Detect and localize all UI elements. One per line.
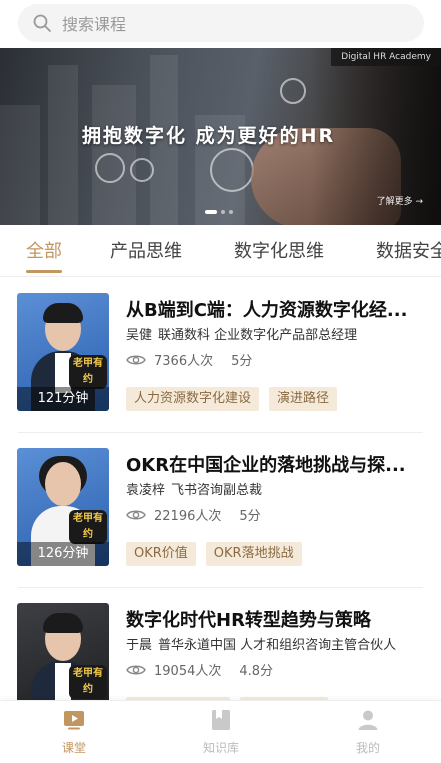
author-name: 于晨	[126, 638, 153, 653]
course-author-line: 袁凌梓 飞书咨询副总裁	[126, 479, 426, 498]
view-count: 7366人次	[154, 354, 214, 369]
eye-icon	[126, 665, 146, 674]
series-logo: 老甲有约	[69, 355, 107, 389]
course-title[interactable]: OKR在中国企业的落地挑战与探...	[126, 451, 426, 477]
nav-profile[interactable]: 我的	[328, 709, 408, 756]
course-title[interactable]: 从B端到C端：人力资源数字化经...	[126, 296, 426, 322]
eye-icon	[126, 510, 146, 519]
classroom-icon	[64, 711, 84, 730]
course-score: 5分	[239, 509, 261, 524]
course-thumbnail[interactable]: 老甲有约 121分钟	[17, 293, 109, 411]
series-logo: 老甲有约	[69, 665, 107, 699]
course-stats: 19054人次 4.8分	[126, 660, 273, 679]
banner-learn-more-link[interactable]: 了解更多 →	[377, 194, 423, 207]
nav-label: 课堂	[61, 741, 86, 755]
profile-icon	[358, 710, 378, 730]
search-input[interactable]: 搜索课程	[18, 4, 424, 42]
search-placeholder: 搜索课程	[62, 15, 127, 34]
series-logo: 老甲有约	[69, 510, 107, 544]
course-tags: 人力资源数字化建设 演进路径	[126, 387, 338, 411]
banner-dot-active[interactable]	[205, 210, 217, 214]
lecturer-hair	[43, 303, 83, 323]
course-tags: OKR价值 OKR落地挑战	[126, 542, 302, 566]
course-duration: 121分钟	[17, 387, 109, 411]
course-duration: 126分钟	[17, 542, 109, 566]
author-role: 联通数科 企业数字化产品部总经理	[158, 328, 358, 343]
author-role: 普华永道中国 人才和组织咨询主管合伙人	[158, 638, 397, 653]
course-score: 4.8分	[239, 664, 274, 679]
nav-knowledge-base[interactable]: 知识库	[181, 709, 261, 756]
eye-icon	[126, 355, 146, 364]
banner-pagination	[205, 210, 233, 214]
lecturer-face	[45, 462, 81, 506]
author-name: 袁凌梓	[126, 483, 166, 498]
knowledge-base-icon	[212, 710, 230, 730]
nav-classroom[interactable]: 课堂	[34, 709, 114, 756]
search-bar-area: 搜索课程	[0, 0, 441, 48]
banner-hud-ring	[95, 153, 125, 183]
banner-hud-ring	[130, 158, 154, 182]
view-count: 22196人次	[154, 509, 222, 524]
course-tag[interactable]: OKR价值	[126, 542, 196, 566]
banner-brand-tag: Digital HR Academy	[331, 48, 441, 66]
banner-building	[48, 65, 78, 225]
tab-active-indicator	[26, 270, 62, 273]
category-tabs: 全部 产品思维 数字化思维 数据安全	[0, 225, 441, 277]
banner-hud-ring	[280, 78, 306, 104]
bottom-tab-bar: 课堂 知识库 我的	[0, 700, 441, 763]
course-tag[interactable]: 演进路径	[269, 387, 338, 411]
promo-banner[interactable]: Digital HR Academy 拥抱数字化 成为更好的HR 了解更多 →	[0, 48, 441, 225]
course-card[interactable]: 老甲有约 121分钟 从B端到C端：人力资源数字化经... 吴健 联通数科 企业数…	[0, 278, 441, 433]
course-author-line: 吴健 联通数科 企业数字化产品部总经理	[126, 324, 426, 343]
course-card[interactable]: 老甲有约 126分钟 OKR在中国企业的落地挑战与探... 袁凌梓 飞书咨询副总裁…	[0, 433, 441, 588]
course-stats: 7366人次 5分	[126, 350, 252, 369]
nav-label: 我的	[355, 741, 380, 755]
course-tag[interactable]: OKR落地挑战	[205, 542, 302, 566]
banner-dot[interactable]	[221, 210, 225, 214]
banner-hud-ring	[210, 148, 254, 192]
nav-label: 知识库	[202, 741, 239, 755]
course-title[interactable]: 数字化时代HR转型趋势与策略	[126, 606, 426, 632]
view-count: 19054人次	[154, 664, 222, 679]
banner-building	[0, 105, 40, 225]
course-stats: 22196人次 5分	[126, 505, 261, 524]
app-root: 搜索课程 Digital HR Academy 拥抱数字化 成为更好的HR 了解…	[0, 0, 441, 763]
author-name: 吴健	[126, 328, 153, 343]
tab-all[interactable]: 全部	[26, 237, 62, 263]
course-tag[interactable]: 人力资源数字化建设	[126, 387, 260, 411]
banner-title: 拥抱数字化 成为更好的HR	[82, 125, 336, 147]
course-score: 5分	[231, 354, 253, 369]
tab-product-thinking[interactable]: 产品思维	[110, 237, 182, 263]
tab-digital-thinking[interactable]: 数字化思维	[234, 237, 324, 263]
lecturer-hair	[43, 613, 83, 633]
course-thumbnail[interactable]: 老甲有约 126分钟	[17, 448, 109, 566]
banner-dot[interactable]	[229, 210, 233, 214]
course-author-line: 于晨 普华永道中国 人才和组织咨询主管合伙人	[126, 634, 426, 653]
author-role: 飞书咨询副总裁	[171, 483, 263, 498]
tab-data-security[interactable]: 数据安全	[376, 237, 441, 263]
search-icon	[33, 14, 51, 32]
